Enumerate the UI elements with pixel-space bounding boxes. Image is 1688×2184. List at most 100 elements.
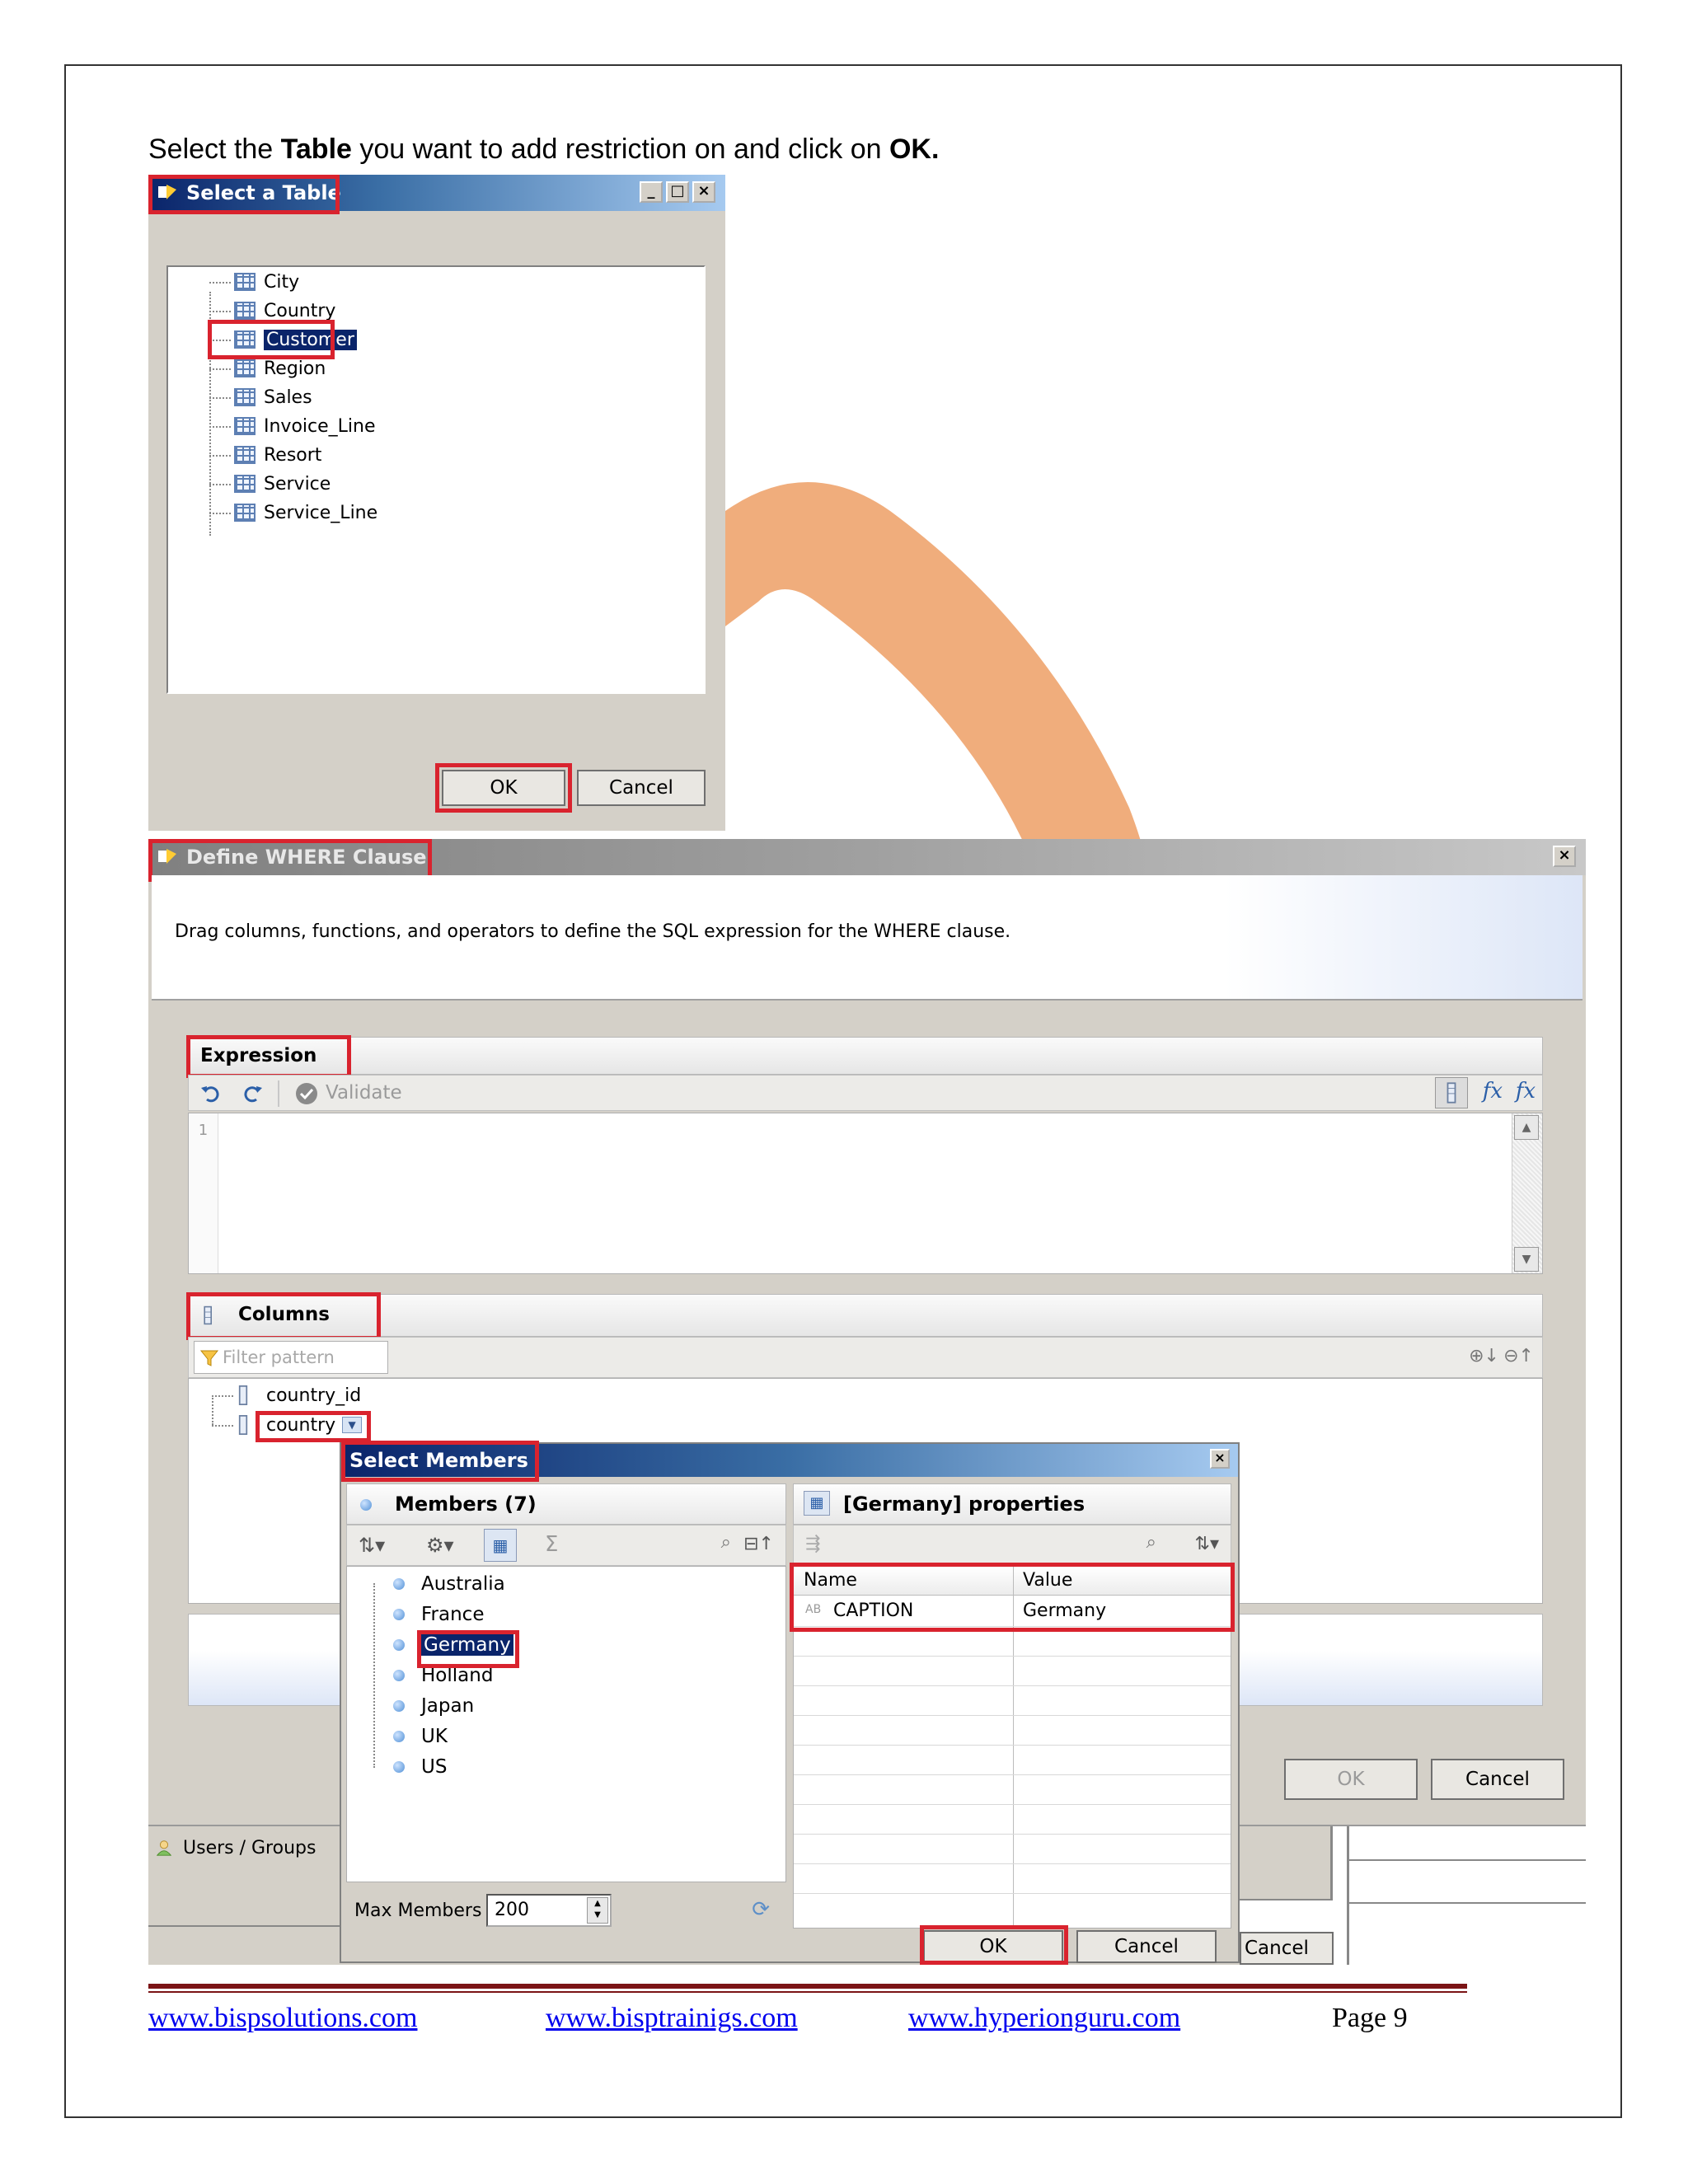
member-item-france[interactable]: France (363, 1601, 484, 1629)
expression-editor[interactable]: 1 ▲ ▼ (188, 1113, 1543, 1274)
search-icon[interactable]: ⌕ (721, 1532, 731, 1553)
tree-branch (209, 426, 231, 428)
column-icon (204, 1305, 212, 1325)
validate-button[interactable]: Validate (326, 1082, 402, 1104)
sort-icon[interactable]: ⇅▾ (359, 1534, 385, 1557)
tools-icon[interactable]: ⚙▾ (426, 1534, 454, 1557)
table-label: Service_Line (264, 502, 378, 523)
member-icon (393, 1639, 405, 1651)
footer-link-bisptrainings[interactable]: www.bisptrainigs.com (546, 2003, 798, 2034)
select-table-ok-button[interactable]: OK (442, 770, 565, 806)
member-item-uk[interactable]: UK (363, 1722, 448, 1750)
undo-icon[interactable] (199, 1081, 223, 1106)
sort-icon[interactable]: ⇅▾ (1195, 1534, 1219, 1554)
properties-header-label: [Germany] properties (843, 1493, 1085, 1516)
max-members-input[interactable]: 200 ▲ ▼ (486, 1894, 612, 1927)
user-icon (156, 1840, 172, 1856)
column-label: country (266, 1414, 336, 1436)
dropdown-arrow-icon[interactable]: ▼ (342, 1417, 363, 1433)
member-item-japan[interactable]: Japan (363, 1692, 474, 1720)
member-label: France (421, 1604, 485, 1625)
columns-header-label: Columns (238, 1304, 330, 1325)
collapse-icon[interactable]: ⊟↑ (743, 1534, 774, 1554)
member-icon (393, 1609, 405, 1620)
member-item-australia[interactable]: Australia (363, 1570, 505, 1598)
footer-rule-thin (148, 1991, 1467, 1993)
app-icon (158, 185, 176, 199)
close-button[interactable]: × (1210, 1449, 1230, 1469)
column-icon (238, 1385, 248, 1405)
grid-line (794, 1745, 1231, 1746)
refresh-icon[interactable]: ⟳ (752, 1897, 770, 1922)
scroll-down-arrow[interactable]: ▼ (1514, 1247, 1539, 1272)
properties-toggle-button[interactable]: ▦ (484, 1529, 517, 1562)
member-item-us[interactable]: US (363, 1753, 447, 1781)
frame-line (1347, 1826, 1349, 1965)
select-members-cancel-button[interactable]: Cancel (1076, 1930, 1217, 1963)
tree-branch (209, 484, 231, 485)
frame-line (1349, 1859, 1586, 1861)
max-members-row: Max Members 200 ▲ ▼ ⟳ (346, 1889, 786, 1933)
tree-branch (209, 397, 231, 399)
collapse-all-icon[interactable]: ⊖↑ (1503, 1346, 1534, 1366)
select-members-ok-button[interactable]: OK (923, 1930, 1063, 1963)
minimize-button[interactable]: _ (640, 181, 663, 203)
member-item-germany[interactable]: Germany (363, 1631, 513, 1659)
table-item-resort[interactable]: Resort (234, 442, 321, 468)
background-cancel-button[interactable]: Cancel (1240, 1932, 1334, 1965)
table-item-service-line[interactable]: Service_Line (234, 499, 377, 526)
sigma-icon[interactable]: Σ (545, 1532, 558, 1557)
grid-header-row: Name Value (794, 1567, 1231, 1596)
select-table-dialog: Select a Table _ □ × City Country Custom… (148, 175, 725, 831)
properties-pane-header: ▦ [Germany] properties (793, 1483, 1231, 1525)
close-button[interactable]: × (692, 181, 715, 203)
select-members-dialog: Select Members × Members (7) ⇅▾ ⚙▾ ▦ Σ ⌕… (340, 1441, 1240, 1965)
table-item-region[interactable]: Region (234, 355, 326, 382)
instruction-bold-table: Table (280, 134, 352, 165)
table-item-customer[interactable]: Customer (234, 326, 357, 353)
table-item-city[interactable]: City (234, 269, 299, 295)
table-item-sales[interactable]: Sales (234, 384, 312, 410)
select-table-title: Select a Table (186, 181, 341, 204)
col-value-header[interactable]: Value (1023, 1570, 1072, 1591)
col-name-header[interactable]: Name (804, 1570, 857, 1591)
table-label: City (264, 271, 300, 293)
add-property-icon[interactable]: ⇶ (805, 1534, 820, 1554)
select-table-cancel-button[interactable]: Cancel (577, 770, 706, 806)
column-item-country-id[interactable]: country_id (238, 1382, 361, 1408)
column-toggle-button[interactable] (1435, 1077, 1468, 1108)
select-table-titlebar: Select a Table _ □ × (148, 175, 725, 211)
footer-link-hyperionguru[interactable]: www.hyperionguru.com (908, 2003, 1180, 2034)
table-label: Region (264, 358, 326, 379)
scroll-up-arrow[interactable]: ▲ (1514, 1115, 1539, 1140)
users-groups-tab[interactable]: Users / Groups (155, 1833, 316, 1863)
frame-line (1349, 1902, 1586, 1904)
vertical-scrollbar[interactable]: ▲ ▼ (1512, 1113, 1542, 1273)
where-ok-button[interactable]: OK (1284, 1759, 1418, 1800)
function-operator-icon[interactable]: fx (1516, 1079, 1536, 1104)
tree-branch (209, 311, 231, 312)
property-row-caption[interactable]: AB CAPTION Germany (794, 1596, 1231, 1626)
member-item-holland[interactable]: Holland (363, 1661, 493, 1690)
table-item-service[interactable]: Service (234, 471, 331, 497)
member-icon (393, 1731, 405, 1742)
where-cancel-button[interactable]: Cancel (1431, 1759, 1564, 1800)
maximize-button[interactable]: □ (666, 181, 689, 203)
close-button[interactable]: × (1553, 846, 1576, 867)
function-icon[interactable]: fx (1483, 1079, 1503, 1104)
grid-line (794, 1863, 1231, 1864)
instruction-bold-ok: OK. (889, 134, 940, 165)
footer-link-bispsolutions[interactable]: www.bispsolutions.com (148, 2003, 417, 2034)
columns-toolbar: Filter pattern ⊕↓ ⊖↑ (188, 1337, 1543, 1378)
expand-all-icon[interactable]: ⊕↓ (1469, 1346, 1499, 1366)
column-item-country[interactable]: country ▼ (238, 1412, 363, 1438)
search-icon[interactable]: ⌕ (1146, 1532, 1156, 1553)
redo-icon[interactable] (240, 1081, 265, 1106)
table-item-invoice-line[interactable]: Invoice_Line (234, 413, 376, 439)
spinner-icon[interactable]: ▲ ▼ (587, 1897, 608, 1924)
expression-toolbar: Validate fx fx (188, 1075, 1543, 1111)
member-icon (393, 1700, 405, 1712)
filter-field[interactable]: Filter pattern (194, 1341, 388, 1374)
table-item-country[interactable]: Country (234, 298, 335, 324)
grid-line (794, 1893, 1231, 1894)
